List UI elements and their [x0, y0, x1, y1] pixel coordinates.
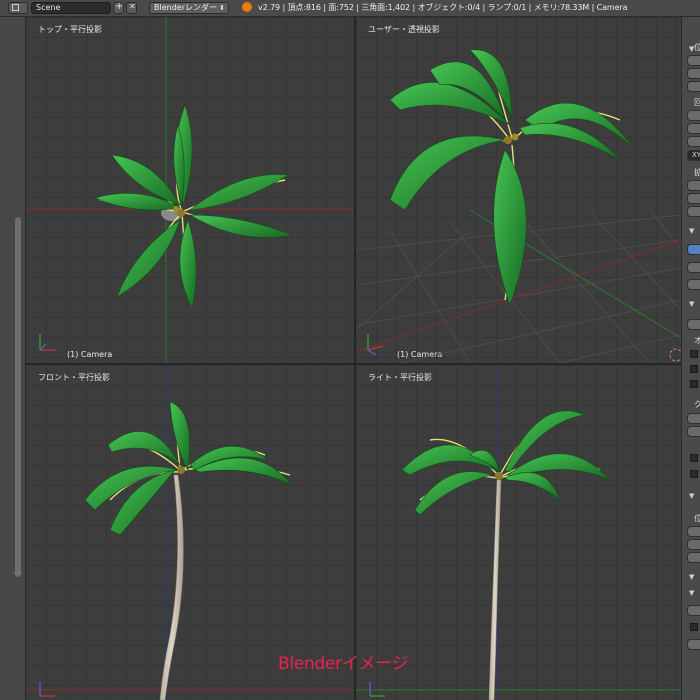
panel-field[interactable] — [687, 605, 700, 616]
palm-top-view — [94, 104, 294, 309]
axis-gizmo-icon — [39, 682, 55, 697]
panel-label-rotation: 回 — [694, 97, 700, 108]
panel-label-collection: ク — [694, 399, 700, 410]
rotation-x-field[interactable] — [687, 110, 700, 121]
scale-y-field[interactable] — [687, 193, 700, 204]
collapse-arrow-icon[interactable]: ▼ — [689, 300, 694, 308]
properties-panel: ▼ 位 回 XY 拡 ▼ ▼ オ ク ▼ 位 ▼ ▼ — [681, 17, 700, 700]
cube-icon — [690, 454, 698, 462]
watermark-text: Blenderイメージ — [278, 654, 409, 674]
panel-label-location: 位 — [694, 513, 700, 524]
collapse-arrow-icon[interactable]: ▼ — [689, 573, 694, 581]
axis-gizmo-icon — [39, 334, 56, 351]
panel-field[interactable] — [687, 413, 700, 424]
cursor-x-field[interactable] — [687, 526, 700, 537]
collapse-arrow-icon[interactable]: ▼ — [689, 492, 694, 500]
palm-perspective-view — [389, 49, 636, 306]
axis-gizmo-icon — [369, 682, 385, 697]
cursor-z-field[interactable] — [687, 552, 700, 563]
grease-pencil-button[interactable] — [687, 262, 700, 273]
palm-front-view — [84, 401, 293, 700]
active-toggle-button[interactable] — [687, 244, 700, 255]
cursor-y-field[interactable] — [687, 539, 700, 550]
panel-field[interactable] — [687, 319, 700, 330]
palm-right-view — [401, 410, 611, 700]
rotation-y-field[interactable] — [687, 123, 700, 134]
location-x-field[interactable] — [687, 55, 700, 66]
panel-field[interactable] — [687, 639, 700, 650]
scale-x-field[interactable] — [687, 180, 700, 191]
cube-icon — [690, 350, 698, 358]
panel-label-scale: 拡 — [694, 167, 700, 178]
panel-button[interactable] — [687, 279, 700, 290]
checkbox[interactable] — [690, 380, 698, 388]
collapse-arrow-icon[interactable]: ▼ — [689, 227, 694, 235]
rotation-z-field[interactable] — [687, 136, 700, 147]
scale-z-field[interactable] — [687, 206, 700, 217]
axis-gizmo-icon — [367, 334, 384, 356]
checkbox[interactable] — [690, 365, 698, 373]
checkbox[interactable] — [690, 623, 698, 631]
collapse-arrow-icon[interactable]: ▼ — [689, 589, 694, 597]
scene-graphics — [26, 17, 683, 700]
rotation-mode-select[interactable]: XY — [687, 150, 700, 161]
panel-label-location: 位 — [694, 42, 700, 53]
panel-field[interactable] — [687, 426, 700, 437]
location-y-field[interactable] — [687, 68, 700, 79]
location-z-field[interactable] — [687, 81, 700, 92]
checkbox[interactable] — [690, 470, 698, 478]
panel-label-object: オ — [694, 335, 700, 346]
